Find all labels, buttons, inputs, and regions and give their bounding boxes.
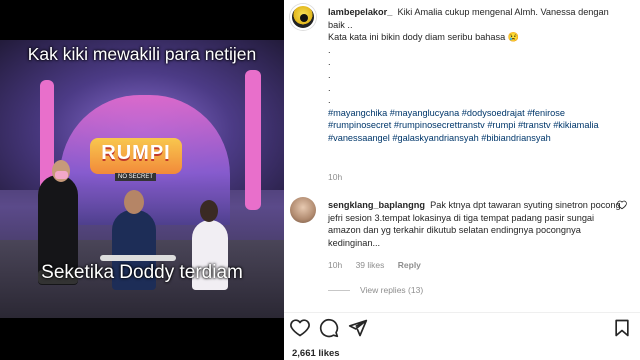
- share-icon[interactable]: [348, 318, 368, 338]
- heart-icon[interactable]: [290, 318, 310, 338]
- studio-table: [100, 255, 176, 261]
- show-logo-sub: NO SECRET: [115, 173, 157, 181]
- comment: sengklang_baplangng Pak ktnya dpt tawara…: [328, 199, 628, 249]
- comment-likes[interactable]: 39 likes: [356, 260, 385, 270]
- comment-icon[interactable]: [319, 318, 339, 338]
- show-logo: RUMPI: [90, 138, 182, 174]
- author-avatar[interactable]: [290, 4, 316, 30]
- comment-meta: 10h 39 likes Reply: [328, 259, 628, 272]
- commenter-avatar[interactable]: [290, 197, 316, 223]
- comments-scroll[interactable]: lambepelakor_ Kiki Amalia cukup mengenal…: [284, 0, 640, 310]
- view-replies-button[interactable]: View replies (13): [328, 285, 423, 295]
- comment-time: 10h: [328, 260, 343, 270]
- caption-dot: .: [328, 95, 331, 106]
- post-media[interactable]: RUMPI NO SECRET Kak kiki mewakili para n…: [0, 0, 284, 360]
- save-icon[interactable]: [612, 318, 632, 338]
- post-caption: lambepelakor_ Kiki Amalia cukup mengenal…: [328, 6, 628, 145]
- author-username[interactable]: lambepelakor_: [328, 7, 392, 17]
- post-time: 10h: [328, 172, 343, 182]
- commenter-username[interactable]: sengklang_baplangng: [328, 200, 425, 210]
- video-caption-top: Kak kiki mewakili para netijen: [27, 44, 257, 64]
- reply-button[interactable]: Reply: [398, 260, 421, 270]
- likes-count[interactable]: 2,661 likes: [292, 348, 340, 359]
- caption-dot: .: [328, 57, 331, 68]
- face-mask: [55, 171, 68, 179]
- host-right-head: [200, 200, 218, 222]
- caption-line-2: Kata kata ini bikin dody diam seribu bah…: [328, 32, 520, 43]
- caption-dot: .: [328, 44, 331, 55]
- caption-dot: .: [328, 82, 331, 93]
- action-bar: [284, 318, 640, 340]
- studio-light-right: [245, 70, 261, 210]
- post-panel: lambepelakor_ Kiki Amalia cukup mengenal…: [284, 0, 640, 360]
- divider: [284, 312, 640, 313]
- comment-like-icon[interactable]: [617, 200, 627, 212]
- caption-hashtags[interactable]: #mayangchika #mayanglucyana #dodysoedraj…: [328, 108, 599, 143]
- caption-dot: .: [328, 69, 331, 80]
- guest-center-head: [124, 190, 144, 214]
- video-caption-bottom: Seketika Doddy terdiam: [41, 262, 243, 283]
